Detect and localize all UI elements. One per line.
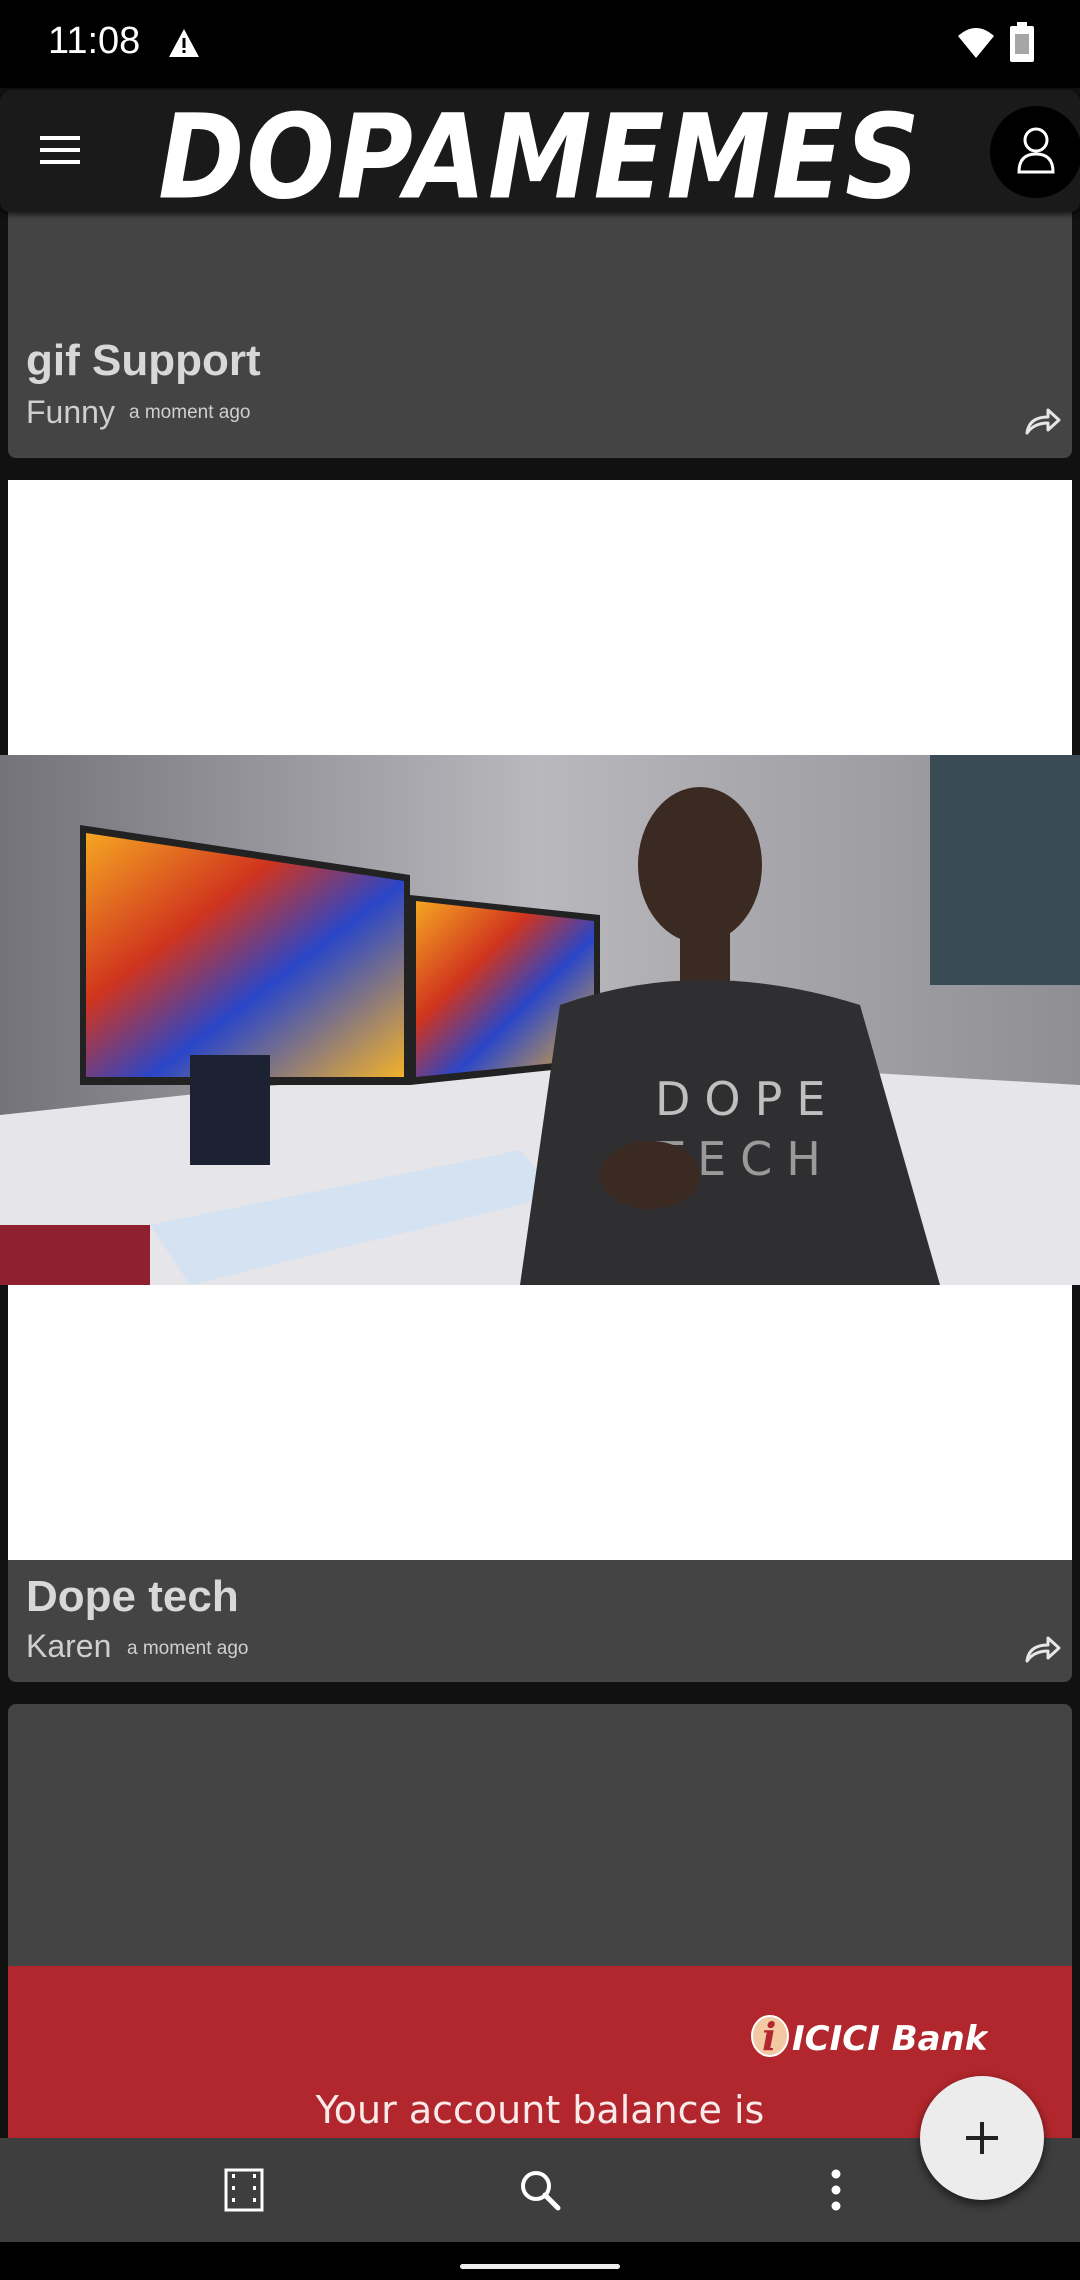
add-post-button[interactable] — [920, 2076, 1044, 2200]
more-vert-icon — [831, 2169, 841, 2211]
post-author[interactable]: Karen — [26, 1628, 111, 1665]
post-title: gif Support — [26, 336, 261, 385]
home-gesture-handle[interactable] — [460, 2264, 620, 2269]
account-button[interactable] — [990, 106, 1080, 198]
post-time: a moment ago — [129, 402, 251, 423]
post-card[interactable]: DOPE TECH Dope tech Karen a moment ago — [0, 480, 1080, 1682]
feed[interactable]: gif Support Funny a moment ago DOPE TECH… — [0, 88, 1080, 2138]
status-time: 11:08 — [48, 20, 141, 62]
nav-search[interactable] — [480, 2138, 600, 2242]
app-logo[interactable]: DOPAMEMES — [0, 89, 1080, 226]
gesture-nav-area — [0, 2242, 1080, 2280]
post-title: Dope tech — [26, 1572, 239, 1621]
share-icon[interactable] — [1024, 1632, 1062, 1664]
wifi-icon — [958, 28, 994, 58]
ad-banner[interactable]: i ICICI Bank Your account balance is — [8, 1966, 1072, 2138]
status-bar: 11:08 — [0, 0, 1080, 88]
battery-icon — [1010, 22, 1034, 62]
svg-text:ICICI Bank: ICICI Bank — [792, 2019, 988, 2059]
plus-icon — [966, 2122, 998, 2154]
nav-videos[interactable] — [184, 2138, 304, 2242]
warning-icon — [169, 29, 199, 57]
app-header: DOPAMEMES — [0, 89, 1080, 225]
ad-text: Your account balance is — [315, 2088, 765, 2132]
svg-text:DOPE: DOPE — [655, 1072, 839, 1126]
film-icon — [224, 2168, 264, 2212]
nav-more[interactable] — [776, 2138, 896, 2242]
post-media-top — [8, 480, 1072, 755]
post-card[interactable]: gif Support Funny a moment ago — [8, 188, 1072, 458]
search-icon — [521, 2171, 561, 2211]
post-time: a moment ago — [127, 1638, 249, 1659]
post-card[interactable]: i ICICI Bank Your account balance is — [8, 1704, 1072, 2138]
post-image[interactable]: DOPE TECH — [0, 755, 1080, 1285]
account-icon — [1017, 127, 1055, 174]
svg-text:i: i — [762, 2014, 776, 2059]
bottom-nav — [0, 2138, 1080, 2242]
post-media-bottom — [8, 1285, 1072, 1560]
share-icon[interactable] — [1024, 404, 1062, 436]
bank-logo: i ICICI Bank — [751, 2014, 988, 2059]
post-author[interactable]: Funny — [26, 394, 115, 431]
